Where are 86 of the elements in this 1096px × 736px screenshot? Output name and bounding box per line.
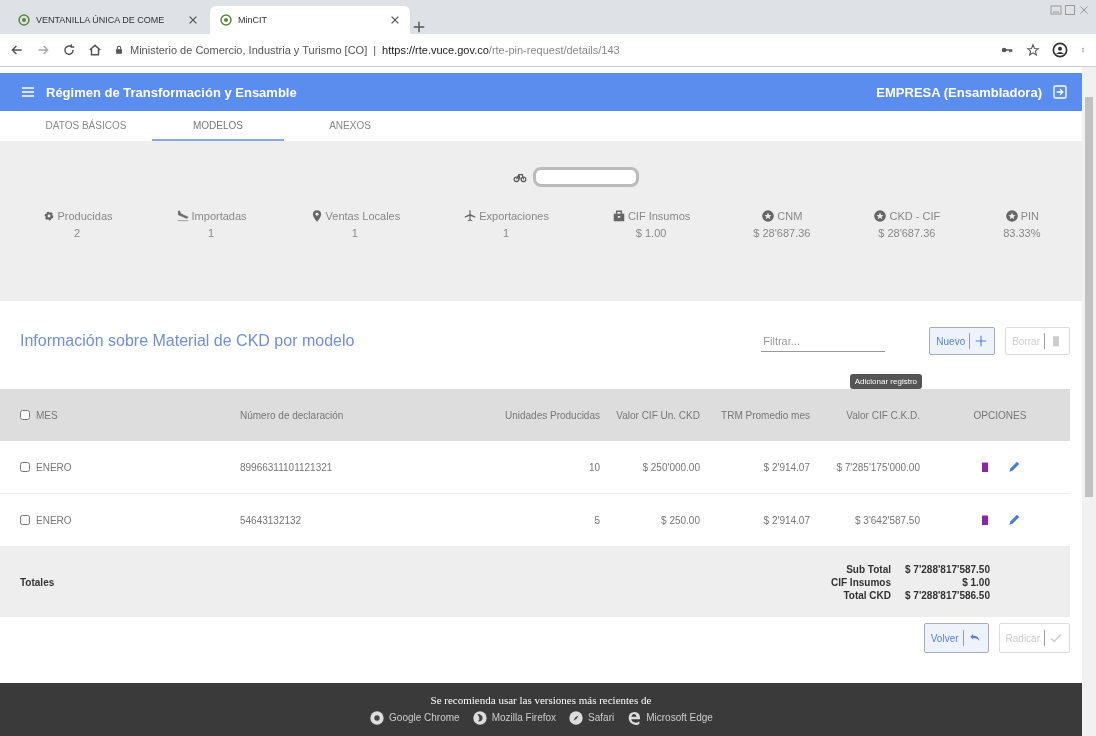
logout-icon[interactable]: [1052, 84, 1068, 100]
browser-recommendation: Se recomienda usar las versiones más recientes de: [430, 693, 652, 706]
scrollbar-thumb[interactable]: [1085, 97, 1093, 497]
star-icon[interactable]: [1026, 43, 1040, 57]
stat-label: Exportaciones: [479, 210, 549, 222]
check-icon: [1049, 631, 1063, 645]
table-cell: 54643132132: [240, 514, 302, 526]
total-value: $ 7'288'817'587.50: [905, 563, 990, 575]
browser-tab[interactable]: VENTANILLA ÚNICA DE COME: [8, 6, 208, 34]
home-icon[interactable]: [88, 43, 102, 57]
stat-label: Ventas Locales: [325, 210, 401, 222]
section-tab[interactable]: ANEXOS: [284, 111, 416, 141]
account-icon[interactable]: [1052, 42, 1068, 58]
table-cell: 89966311101121321: [240, 461, 333, 473]
stat-value: 1: [208, 227, 215, 239]
stat-label: PIN: [1020, 210, 1039, 222]
column-header: MES: [36, 409, 58, 421]
app-title: Régimen de Transformación y Ensamble: [46, 84, 298, 100]
browser-name: Mozilla Firefox: [491, 712, 557, 723]
totals-label: Totales: [20, 576, 56, 588]
row-checkbox[interactable]: [20, 515, 30, 525]
total-value: $ 1.00: [961, 576, 990, 588]
stat-value: 1: [503, 227, 510, 239]
stat-value: 1: [351, 227, 358, 239]
close-icon[interactable]: [188, 15, 198, 25]
table-cell: $ 7'285'175'000.00: [836, 461, 920, 473]
close-icon[interactable]: [390, 15, 400, 25]
table-cell: $ 3'642'587.50: [855, 514, 920, 526]
airplane-icon: [463, 209, 478, 223]
back-icon[interactable]: [10, 43, 24, 57]
stat-value: 2: [73, 227, 81, 239]
plus-icon: [974, 334, 989, 348]
table-cell: $ 250'000.00: [642, 461, 700, 473]
lock-icon: [114, 45, 124, 55]
select-all-checkbox[interactable]: [20, 410, 30, 420]
url-text[interactable]: https://rte.vuce.gov.co/rte-pin-request/details/143: [382, 44, 620, 56]
new-tab-icon[interactable]: [412, 20, 426, 34]
pencil-icon[interactable]: [1007, 512, 1021, 528]
section-title: Información sobre Material de CKD por modelo: [20, 332, 356, 350]
column-header: Valor CIF C.K.D.: [846, 409, 920, 421]
compass-icon: [568, 709, 585, 726]
total-label: Sub Total: [845, 563, 891, 575]
reload-icon[interactable]: [62, 43, 76, 57]
browser-name: Microsoft Edge: [646, 712, 713, 723]
pencil-icon[interactable]: [1007, 459, 1021, 475]
table-cell: $ 2'914.07: [763, 514, 810, 526]
total-label: CIF Insumos: [831, 576, 891, 588]
row-checkbox[interactable]: [20, 462, 30, 472]
plane-landing-icon: [175, 209, 190, 223]
stat-value: 83.33%: [1003, 227, 1041, 239]
stat-value: $ 1.00: [635, 227, 667, 239]
total-label: Total CKD: [842, 589, 891, 601]
column-header: Valor CIF Un. CKD: [616, 409, 700, 421]
separator: |: [373, 44, 377, 56]
column-header: Unidades Producidas: [504, 409, 600, 421]
column-header: Número de declaración: [240, 409, 344, 421]
menu-icon[interactable]: [20, 84, 36, 100]
total-value: $ 7'288'817'586.50: [905, 589, 990, 601]
briefcase-icon: [611, 209, 626, 223]
browser-tab[interactable]: MinCIT: [210, 6, 410, 34]
column-header: TRM Promedio mes: [721, 409, 810, 421]
star-circle-icon: [761, 209, 776, 223]
stat-label: CNM: [777, 210, 803, 222]
site-name: Ministerio de Comercio, Industria y Turismo [CO]: [130, 44, 368, 56]
section-tab[interactable]: DATOS BÁSICOS: [20, 111, 152, 141]
stat-label: CIF Insumos: [627, 210, 691, 222]
user-role: EMPRESA (Ensambladora): [876, 84, 1042, 100]
table-cell: ENERO: [36, 461, 72, 473]
stat-value: $ 28'687.36: [878, 227, 936, 239]
stat-label: Importadas: [191, 210, 247, 222]
column-header: OPCIONES: [973, 409, 1027, 421]
table-cell: $ 250.00: [661, 514, 700, 526]
table-cell: 5: [594, 514, 600, 526]
table-cell: $ 2'914.07: [763, 461, 810, 473]
stat-value: $ 28'687.36: [753, 227, 811, 239]
browser-name: Google Chrome: [389, 712, 460, 723]
action-button[interactable]: Nuevo: [929, 327, 996, 355]
table-cell: 10: [588, 461, 600, 473]
star-circle-icon: [873, 209, 888, 223]
tooltip: Adicionar registro: [849, 374, 922, 389]
action-button[interactable]: Volver: [923, 623, 989, 653]
stat-label: CKD - CIF: [889, 210, 941, 222]
star-circle-icon: [1004, 209, 1019, 223]
stat-label: Producidas: [57, 210, 113, 222]
table-cell: ENERO: [36, 514, 72, 526]
browser-name: Safari: [588, 712, 615, 723]
